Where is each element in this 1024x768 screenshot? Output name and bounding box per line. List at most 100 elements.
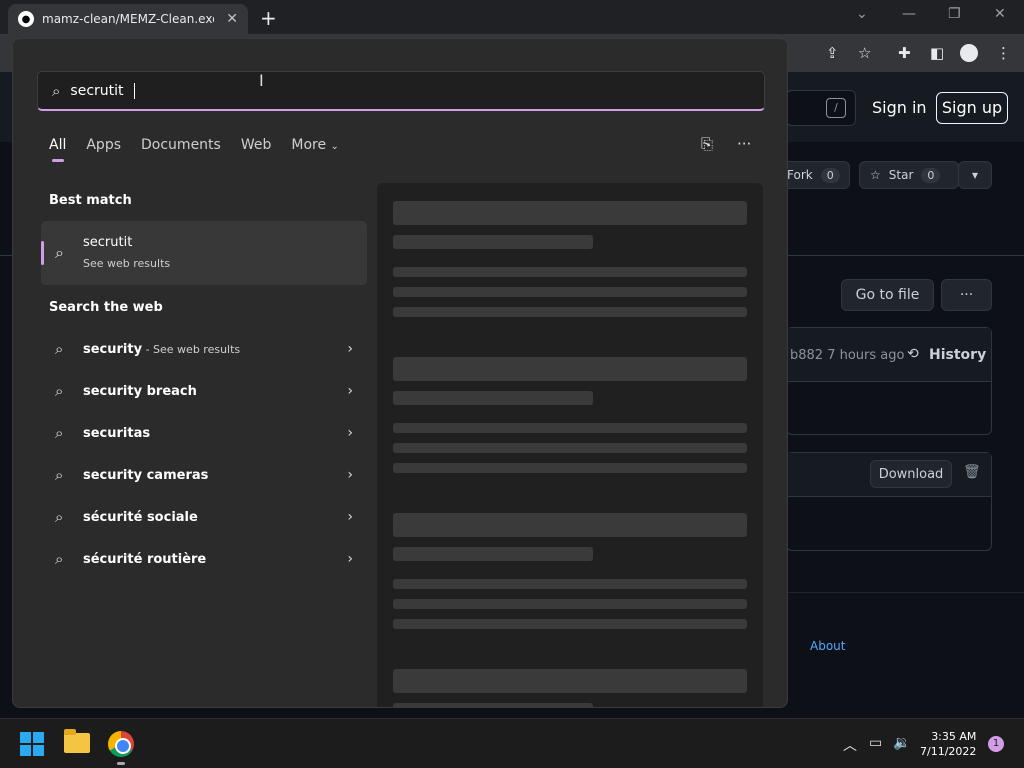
chevron-right-icon: › — [347, 551, 353, 567]
sign-in-link[interactable]: Sign in — [872, 98, 927, 117]
more-options-icon[interactable]: ··· — [737, 135, 751, 153]
skeleton-bar — [393, 267, 747, 277]
suggestion-text: security cameras — [83, 467, 209, 483]
extensions-icon[interactable]: ✚ — [898, 44, 911, 62]
download-label: Download — [878, 466, 944, 482]
skeleton-bar — [393, 547, 593, 561]
tab-apps[interactable]: Apps — [86, 137, 121, 153]
suggestion-item[interactable]: ⌕ security cameras › — [41, 455, 367, 495]
kebab-icon: ··· — [959, 287, 974, 303]
go-to-file-button[interactable]: Go to file — [841, 279, 934, 311]
profile-avatar[interactable] — [960, 44, 978, 62]
chevron-down-icon: ▾ — [971, 168, 979, 182]
skeleton-bar — [393, 669, 747, 693]
chevron-right-icon: › — [347, 383, 353, 399]
best-match-heading: Best match — [49, 193, 132, 208]
skeleton-bar — [393, 391, 593, 405]
mouse-cursor-ibeam: I — [259, 71, 264, 90]
skeleton-bar — [393, 619, 747, 629]
skeleton-bar — [393, 599, 747, 609]
chevron-right-icon: › — [347, 467, 353, 483]
suggestion-item[interactable]: ⌕ security breach › — [41, 371, 367, 411]
chrome-icon[interactable] — [108, 731, 134, 757]
skeleton-bar — [393, 513, 747, 537]
more-options-button[interactable]: ··· — [941, 279, 992, 311]
suggestion-text: securitas — [83, 425, 151, 441]
browser-tab[interactable]: ● mamz-clean/MEMZ-Clean.exe at ✕ — [8, 4, 248, 34]
go-to-file-label: Go to file — [855, 287, 920, 303]
volume-icon[interactable]: 🔉 — [893, 735, 910, 751]
tab-more[interactable]: More ⌄ — [291, 137, 339, 153]
history-icon[interactable]: ⟲ — [907, 346, 919, 362]
best-match-item[interactable]: ⌕ secrutit See web results — [41, 221, 367, 285]
chevron-up-icon[interactable]: ︿ — [843, 735, 857, 755]
search-icon: ⌕ — [55, 243, 64, 262]
tab-more-label: More — [291, 137, 327, 153]
new-tab-button[interactable]: + — [260, 6, 277, 30]
skeleton-bar — [393, 463, 747, 473]
commit-box — [786, 327, 992, 435]
skeleton-bar — [393, 307, 747, 317]
skeleton-bar — [393, 287, 747, 297]
download-button[interactable]: Download — [870, 460, 952, 488]
search-icon: ⌕ — [52, 81, 61, 100]
fork-count: 0 — [820, 167, 840, 183]
best-match-subtitle: See web results — [83, 257, 171, 270]
star-icon: ☆ — [870, 168, 881, 182]
search-input[interactable]: ⌕ secrutit — [37, 71, 765, 111]
about-link[interactable]: About — [810, 639, 845, 653]
file-explorer-icon[interactable] — [64, 729, 90, 753]
share-icon[interactable]: ⇪ — [826, 44, 839, 62]
suggestion-item[interactable]: ⌕ sécurité routière › — [41, 539, 367, 579]
search-icon: ⌕ — [55, 508, 64, 526]
star-dropdown-button[interactable]: ▾ — [958, 161, 992, 189]
star-label: Star — [888, 168, 914, 182]
start-button[interactable] — [20, 732, 44, 756]
side-panel-icon[interactable]: ◧ — [930, 44, 944, 62]
skeleton-bar — [393, 703, 593, 707]
suggestion-item[interactable]: ⌕ sécurité sociale › — [41, 497, 367, 537]
menu-dots-icon[interactable]: ⋮ — [996, 44, 1011, 62]
suggestion-text: security breach — [83, 383, 197, 399]
suggestion-text: security - See web results — [83, 341, 241, 357]
suggestion-item[interactable]: ⌕ security - See web results › — [41, 329, 367, 369]
skeleton-bar — [393, 201, 747, 225]
minimize-button[interactable]: — — [902, 6, 916, 22]
search-query: secrutit — [70, 82, 124, 99]
star-button[interactable]: ☆ Star 0 — [859, 161, 959, 189]
restore-button[interactable]: ❐ — [948, 6, 961, 22]
tab-documents[interactable]: Documents — [141, 137, 221, 153]
tab-web[interactable]: Web — [241, 137, 272, 153]
suggestion-text: sécurité routière — [83, 551, 207, 567]
search-icon: ⌕ — [55, 550, 64, 568]
commit-meta: b882 7 hours ago — [790, 348, 905, 363]
search-icon: ⌕ — [55, 466, 64, 484]
chevron-right-icon: › — [347, 425, 353, 441]
chevron-right-icon: › — [347, 341, 353, 357]
clock-date: 7/11/2022 — [920, 745, 977, 758]
fork-label: Fork — [787, 168, 813, 182]
network-icon[interactable]: ▭ — [869, 735, 882, 751]
search-icon: ⌕ — [55, 340, 64, 358]
bookmark-star-icon[interactable]: ☆ — [858, 44, 871, 62]
active-tab-indicator — [52, 159, 64, 162]
close-window-button[interactable]: ✕ — [994, 6, 1006, 22]
trash-icon[interactable]: 🗑 — [963, 464, 981, 480]
search-filter-tabs: All Apps Documents Web More ⌄ — [49, 137, 359, 153]
account-switch-icon[interactable]: ⎘ — [701, 135, 713, 153]
best-match-title: secrutit — [83, 235, 133, 250]
tab-all[interactable]: All — [49, 137, 66, 153]
clock-time: 3:35 AM — [931, 730, 977, 743]
skeleton-bar — [393, 357, 747, 381]
notification-badge[interactable]: 1 — [988, 736, 1004, 752]
search-icon: ⌕ — [55, 424, 64, 442]
tab-search-icon[interactable]: ⌄ — [856, 6, 868, 22]
clock[interactable]: 3:35 AM 7/11/2022 — [920, 729, 976, 759]
tab-close-icon[interactable]: ✕ — [226, 11, 238, 27]
search-web-heading: Search the web — [49, 300, 163, 315]
suggestion-item[interactable]: ⌕ securitas › — [41, 413, 367, 453]
skeleton-bar — [393, 423, 747, 433]
sign-up-button[interactable]: Sign up — [936, 92, 1008, 124]
github-icon: ● — [18, 11, 34, 27]
history-link[interactable]: History — [929, 347, 986, 363]
